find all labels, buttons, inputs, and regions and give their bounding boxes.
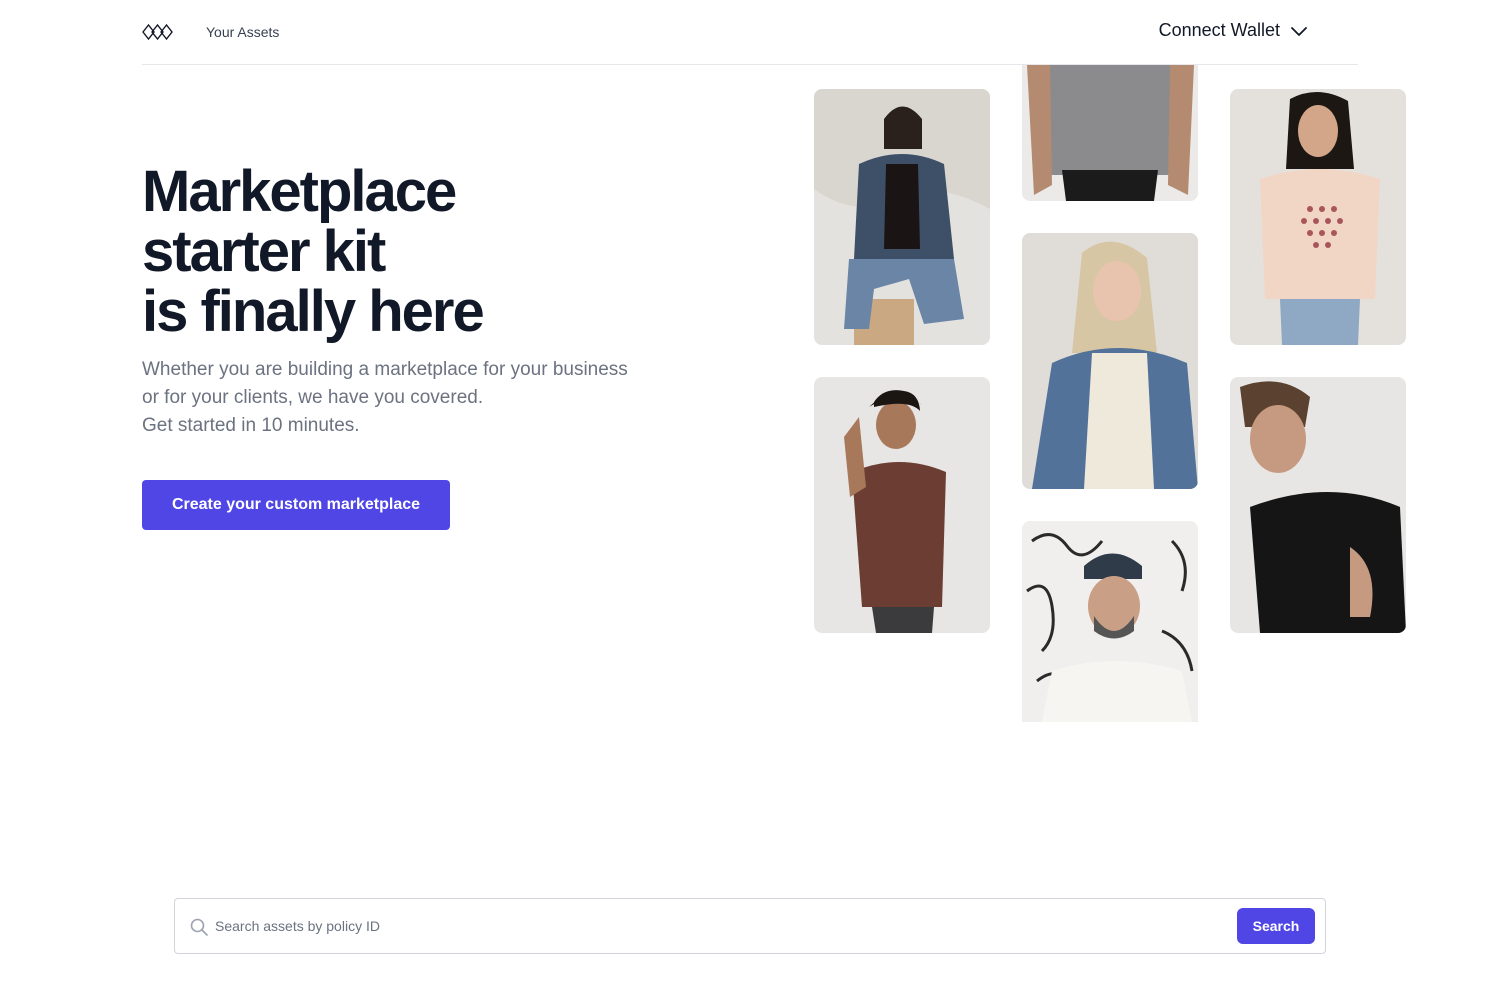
top-nav: Your Assets Connect Wallet <box>142 0 1358 65</box>
model-photo-man-beanie <box>1022 521 1198 722</box>
connect-wallet-button[interactable]: Connect Wallet <box>1159 20 1308 41</box>
search-icon <box>190 918 208 936</box>
hero-title: Marketplace starter kit is finally here <box>142 162 702 342</box>
model-photo-woman-blonde <box>1022 233 1198 489</box>
nav-link-your-assets[interactable]: Your Assets <box>206 24 279 40</box>
model-photo-man-curly-hair <box>814 377 990 633</box>
hero-subtitle: Whether you are building a marketplace f… <box>142 356 682 440</box>
create-marketplace-button[interactable]: Create your custom marketplace <box>142 480 450 530</box>
hero-subtitle-line: Whether you are building a marketplace f… <box>142 359 628 380</box>
search-button[interactable]: Search <box>1237 908 1315 944</box>
policy-search-input[interactable] <box>215 909 1225 943</box>
page: Your Assets Connect Wallet Marketplace s… <box>0 0 1500 1000</box>
policy-search-bar: Search <box>174 898 1326 954</box>
hero-subtitle-line: Get started in 10 minutes. <box>142 415 360 436</box>
model-photo-man-black-tshirt <box>1230 377 1406 633</box>
hero-subtitle-line: or for your clients, we have you covered… <box>142 387 484 408</box>
chevron-down-icon <box>1291 26 1307 36</box>
connect-wallet-label: Connect Wallet <box>1158 20 1280 40</box>
model-photo-grey-tshirt <box>1022 65 1198 201</box>
diamonds-logo-icon[interactable] <box>142 21 174 43</box>
hero-title-line: starter kit <box>142 219 386 284</box>
hero-title-line: Marketplace <box>142 159 457 224</box>
model-photo-woman-denim-jacket <box>814 89 990 345</box>
hero-title-line: is finally here <box>142 279 485 344</box>
model-photo-woman-pink-tshirt <box>1230 89 1406 345</box>
